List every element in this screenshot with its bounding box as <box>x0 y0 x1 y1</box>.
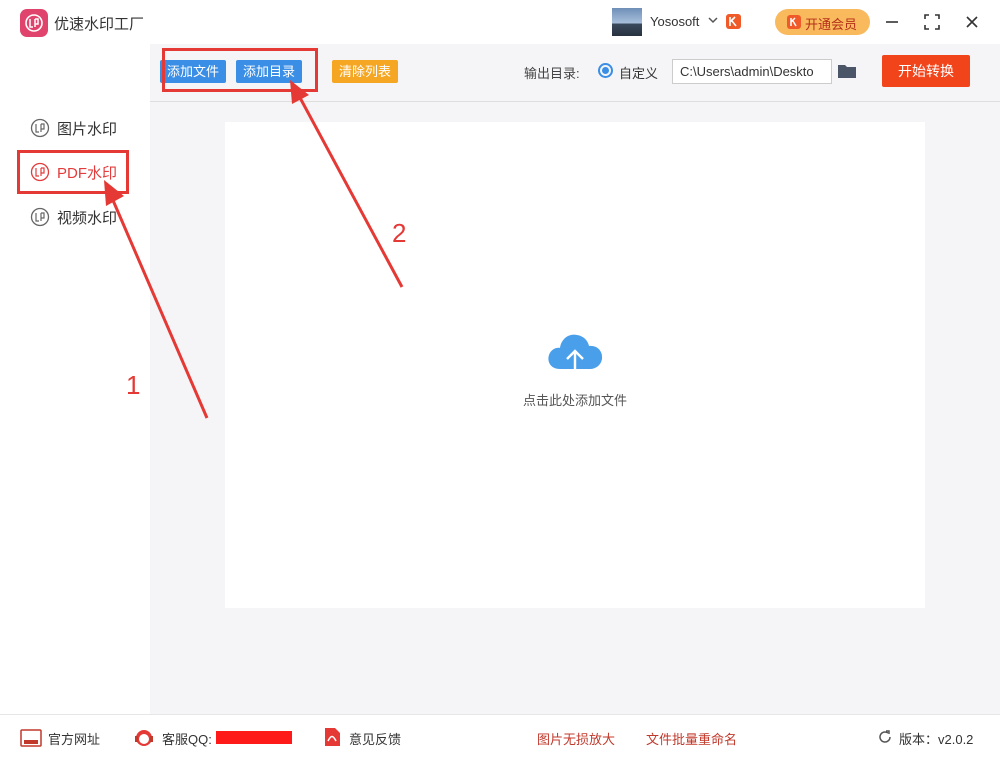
annotation-step-1: 1 <box>126 370 141 400</box>
annotation-step-2: 2 <box>392 218 407 248</box>
customer-service-icon <box>135 730 153 746</box>
refresh-icon[interactable] <box>877 729 893 745</box>
image-upscale-link[interactable]: 图片无损放大 <box>537 729 615 748</box>
batch-rename-link[interactable]: 文件批量重命名 <box>646 729 737 748</box>
feedback-link[interactable]: 意见反馈 <box>349 729 401 748</box>
footer: 官方网址 客服QQ: 意见反馈 图片无损放大 文件批量重命名 版本：v2.0.2 <box>0 714 1000 760</box>
feedback-icon <box>325 728 340 746</box>
annotation-arrows <box>104 80 404 419</box>
qq-redaction <box>216 731 292 744</box>
version-label: 版本：v2.0.2 <box>899 732 974 747</box>
customer-qq-label[interactable]: 客服QQ: <box>162 729 212 748</box>
official-website-link[interactable]: 官方网址 <box>48 729 100 748</box>
website-icon <box>20 729 42 747</box>
